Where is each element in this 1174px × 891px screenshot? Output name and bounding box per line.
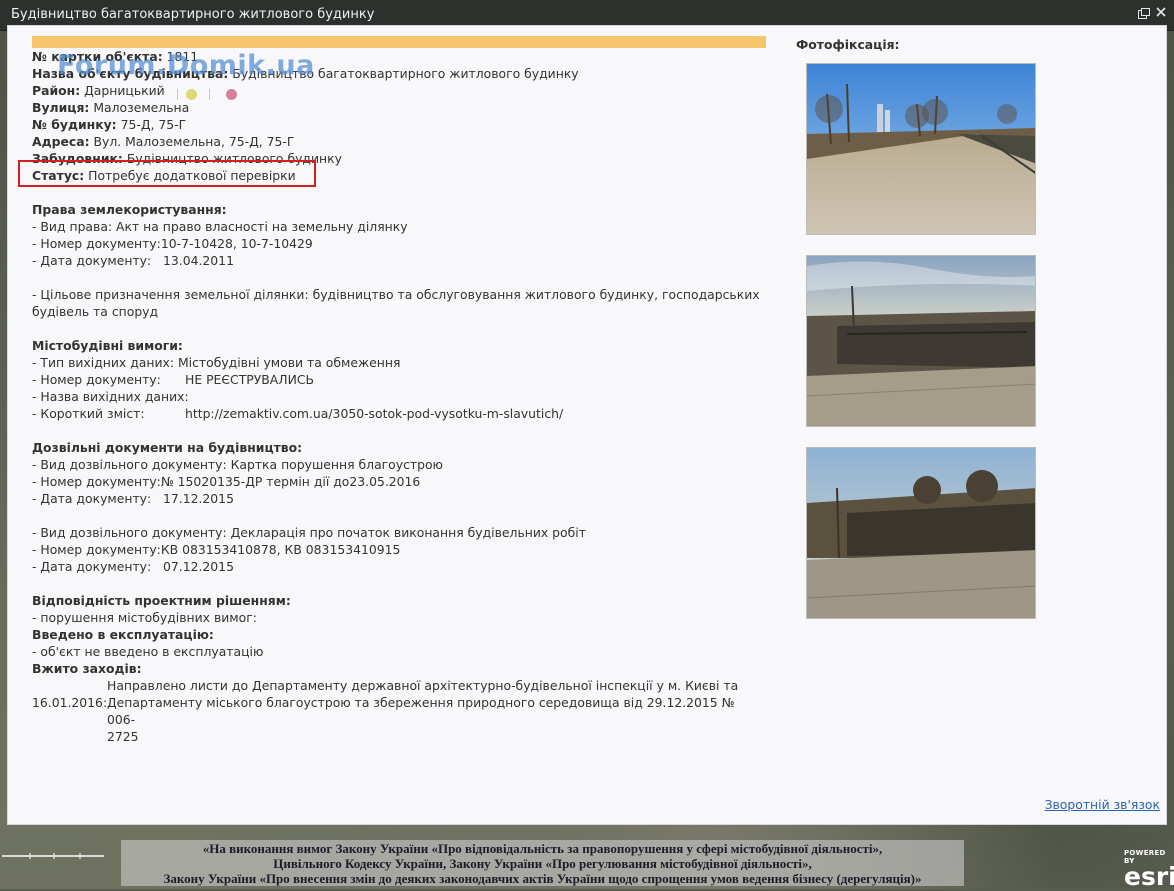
urban-requirements-title: Містобудівні вимоги: (32, 338, 183, 353)
land-purpose-line-2: будівель та споруд (32, 304, 159, 319)
land-rights-doc-number: - Номер документу:10-7-10428, 10-7-10429 (32, 236, 313, 251)
dot-separator (177, 89, 178, 100)
permit-2-date: - Дата документу: 07.12.2015 (32, 559, 234, 574)
land-purpose-line-1: - Цільове призначення земельної ділянки:… (32, 287, 760, 302)
summary-url-link[interactable]: http://zemaktiv.com.ua/3050-sotok-pod-vy… (185, 406, 563, 421)
status-highlight-box (18, 160, 316, 187)
urban-requirements-number: - Номер документу: НЕ РЕЄСТРУВАЛИСЬ (32, 372, 314, 387)
permit-1-kind: - Вид дозвільного документу: Картка пору… (32, 457, 443, 472)
site-photo-2[interactable] (806, 255, 1036, 427)
land-rights-title: Права землекористування: (32, 202, 227, 217)
feedback-link[interactable]: Зворотній зв'язок (1045, 797, 1160, 812)
measures-text: Направлено листи до Департаменту державн… (107, 678, 739, 744)
site-photo-1[interactable] (806, 63, 1036, 235)
site-photo-3[interactable] (806, 447, 1036, 619)
map-scale-bar (2, 853, 104, 859)
street-row: Вулиця: Малоземельна (32, 100, 190, 115)
address-row: Адреса: Вул. Малоземельна, 75-Д, 75-Г (32, 134, 295, 149)
commissioning-value: - об'єкт не введено в експлуатацію (32, 644, 264, 659)
popup-panel: № картки об'єкта: 1811 Назва об'єкту буд… (7, 25, 1167, 825)
permit-1-date: - Дата документу: 17.12.2015 (32, 491, 234, 506)
permit-2-kind: - Вид дозвільного документу: Декларація … (32, 525, 586, 540)
urban-requirements-name: - Назва вихідних даних: (32, 389, 189, 404)
window-title: Будівництво багатоквартирного житлового … (11, 7, 375, 22)
header-accent-bar (32, 36, 766, 48)
district-row: Район: Дарницький (32, 83, 165, 98)
house-number-row: № будинку: 75-Д, 75-Г (32, 117, 187, 132)
land-rights-doc-date: - Дата документу: 13.04.2011 (32, 253, 234, 268)
status-dot-yellow (186, 89, 197, 100)
dot-separator (209, 89, 210, 100)
legal-notice-banner: «На виконання вимог Закону України «Про … (121, 840, 964, 886)
urban-requirements-summary: - Короткий зміст: http://zemaktiv.com.ua/… (32, 406, 564, 421)
compliance-value: - порушення містобудівних вимог: (32, 610, 257, 625)
measures-date: 16.01.2016: (32, 695, 108, 710)
close-icon[interactable] (1154, 6, 1168, 20)
commissioning-title: Введено в експлуатацію: (32, 627, 214, 642)
forum-watermark: Forum.Domik.ua (57, 50, 315, 81)
measures-entry: 16.01.2016: Направлено листи до Департам… (32, 677, 772, 744)
photos-label: Фотофіксація: (796, 37, 900, 52)
permit-1-number: - Номер документу:№ 15020135-ДР термін д… (32, 474, 421, 489)
object-info: № картки об'єкта: 1811 Назва об'єкту буд… (32, 48, 772, 744)
esri-logo[interactable]: POWERED BY esri (1124, 849, 1174, 889)
urban-requirements-type: - Тип вихідних даних: Містобудівні умови… (32, 355, 401, 370)
maximize-icon[interactable] (1138, 8, 1150, 19)
compliance-title: Відповідність проектним рішенням: (32, 593, 291, 608)
measures-title: Вжито заходів: (32, 661, 142, 676)
permit-2-number: - Номер документу:КВ 083153410878, КВ 08… (32, 542, 401, 557)
permits-title: Дозвільні документи на будівництво: (32, 440, 303, 455)
land-rights-kind: - Вид права: Акт на право власності на з… (32, 219, 408, 234)
status-dot-pink (226, 89, 237, 100)
